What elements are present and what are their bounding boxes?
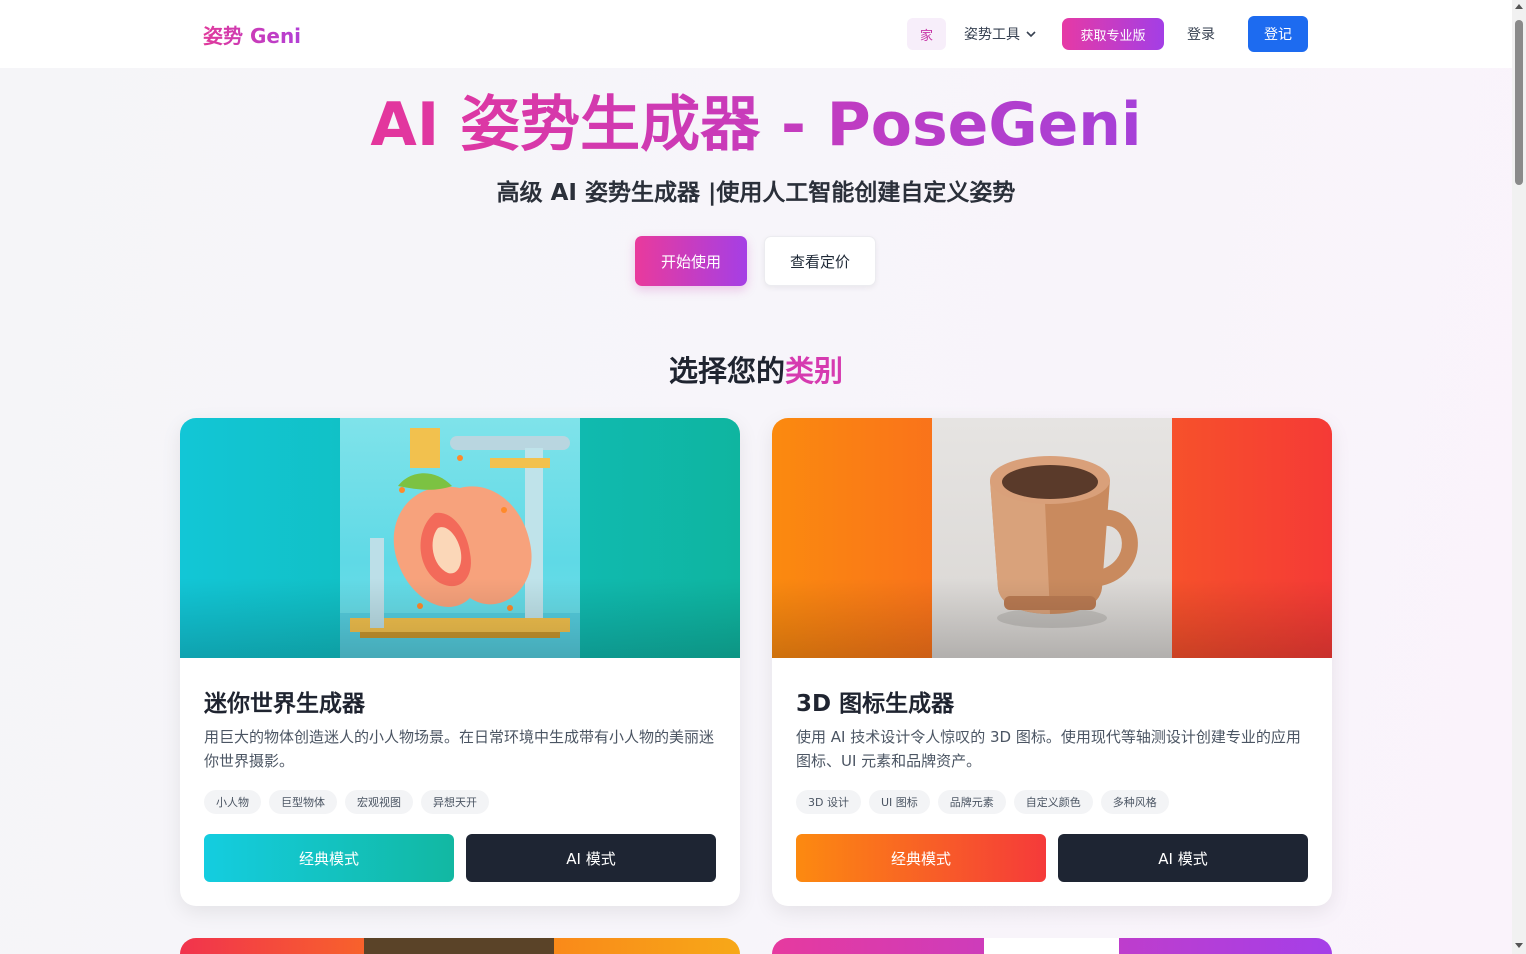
page-title-text: AI 姿势生成器 - PoseGeni [370,90,1142,160]
get-started-button[interactable]: 开始使用 [635,236,747,286]
chevron-down-icon [1026,31,1036,38]
view-pricing-button[interactable]: 查看定价 [764,236,876,286]
page-subtitle: 高级 AI 姿势生成器 |使用人工智能创建自定义姿势 [496,180,1016,206]
card-cover-shade [180,578,740,658]
register-button[interactable]: 登记 [1248,16,1308,52]
login-link[interactable]: 登录 [1187,24,1215,44]
nav-home-link[interactable]: 家 [907,18,946,50]
section-heading-prefix: 选择您的 [668,354,785,388]
card-cover-shade [772,578,1332,658]
category-card-peek[interactable] [772,938,1332,954]
tag: 3D 设计 [796,790,861,814]
section-heading-highlight: 类别 [785,354,844,388]
scrollbar-thumb[interactable] [1515,20,1523,185]
tag: 自定义颜色 [1013,790,1093,814]
card-description: 用巨大的物体创造迷人的小人物场景。在日常环境中生成带有小人物的美丽迷你世界摄影。 [204,728,715,770]
tag: 宏观视图 [345,790,413,814]
nav-pose-tools-dropdown[interactable]: 姿势工具 [964,24,1038,44]
card-description: 使用 AI 技术设计令人惊叹的 3D 图标。使用现代等轴测设计创建专业的应用图标… [796,728,1301,770]
tag: UI 图标 [868,790,930,814]
scroll-down-arrow-icon[interactable] [1515,943,1523,948]
classic-mode-button[interactable]: 经典模式 [796,834,1046,882]
category-card-mini-world: 迷你世界生成器 用巨大的物体创造迷人的小人物场景。在日常环境中生成带有小人物的美… [180,418,740,906]
category-card-peek[interactable] [180,938,740,954]
card-tags: 3D 设计 UI 图标 品牌元素 自定义颜色 多种风格 [796,790,1169,814]
get-pro-button[interactable]: 获取专业版 [1062,18,1164,50]
card-cover [180,418,740,658]
classic-mode-button[interactable]: 经典模式 [204,834,454,882]
tag: 巨型物体 [269,790,337,814]
tag: 异想天开 [421,790,489,814]
tag: 小人物 [204,790,261,814]
card-tags: 小人物 巨型物体 宏观视图 异想天开 [204,790,489,814]
tag: 品牌元素 [937,790,1006,814]
ai-mode-button[interactable]: AI 模式 [1058,834,1308,882]
top-navbar: 姿势 Geni 家 姿势工具 获取专业版 登录 登记 [0,0,1512,68]
brand-logo[interactable]: 姿势 Geni [203,20,301,49]
card-cover [772,418,1332,658]
card-cover-image [984,938,1119,954]
ai-mode-button[interactable]: AI 模式 [466,834,716,882]
page-title: AI 姿势生成器 - PoseGeni [0,88,1512,162]
card-title: 迷你世界生成器 [204,691,365,717]
tag: 多种风格 [1100,790,1169,814]
scroll-up-arrow-icon[interactable] [1515,4,1523,9]
page-scrollbar[interactable] [1512,0,1526,954]
card-cover-image [364,938,554,954]
card-title: 3D 图标生成器 [796,691,955,717]
category-card-3d-icon: 3D 图标生成器 使用 AI 技术设计令人惊叹的 3D 图标。使用现代等轴测设计… [772,418,1332,906]
section-heading: 选择您的类别 [0,348,1512,390]
nav-pose-tools-label: 姿势工具 [964,27,1020,43]
